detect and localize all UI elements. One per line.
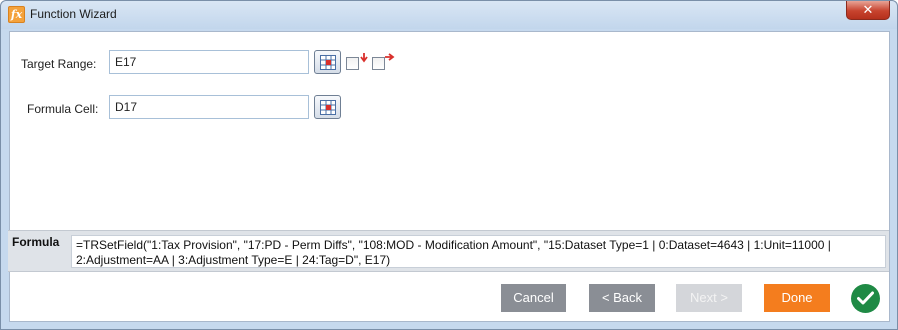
arrow-right-icon [385,53,395,61]
back-button[interactable]: < Back [589,284,655,312]
range-select-icon [320,100,336,115]
fill-down-checkbox[interactable] [346,57,359,70]
formula-cell-picker-button[interactable] [314,95,341,119]
checkmark-icon [857,291,874,305]
title-bar: fx Function Wizard ✕ [1,1,897,29]
formula-cell-input[interactable] [109,95,309,119]
fill-right-checkbox[interactable] [372,57,385,70]
arrow-down-icon [360,53,368,63]
target-range-picker-button[interactable] [314,50,341,74]
formula-cell-label: Formula Cell: [27,102,99,116]
ok-button[interactable] [851,284,880,313]
formula-preview-panel: Formula =TRSetField("1:Tax Provision", "… [8,230,889,272]
next-button[interactable]: Next > [676,284,742,312]
target-range-label: Target Range: [21,57,97,71]
done-button[interactable]: Done [764,284,830,312]
cancel-button[interactable]: Cancel [501,284,566,312]
wizard-content [9,31,890,322]
range-select-icon [320,55,336,70]
formula-label: Formula [12,235,60,249]
target-range-input[interactable] [109,50,309,74]
window-title: Function Wizard [30,7,117,21]
formula-text: =TRSetField("1:Tax Provision", "17:PD - … [71,235,886,268]
close-button[interactable]: ✕ [846,1,890,20]
fx-icon: fx [8,6,25,23]
